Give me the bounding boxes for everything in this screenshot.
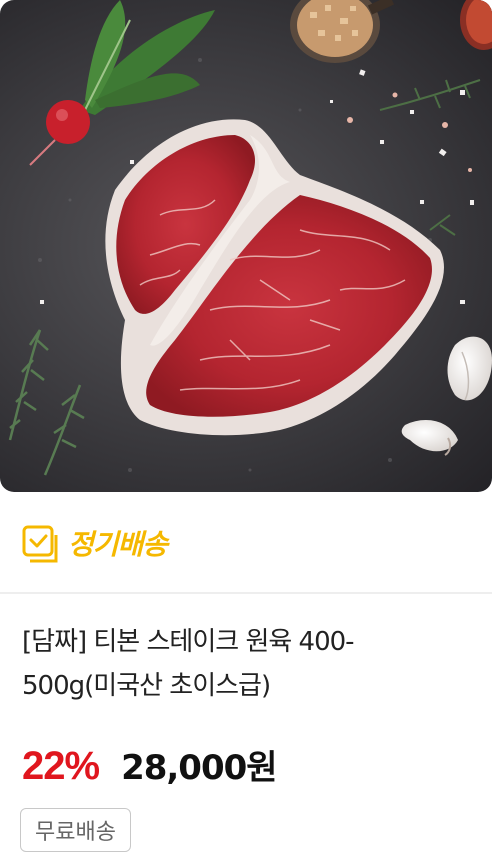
t-bone-steak-photo [8,0,492,476]
subscription-label: 정기배송 [68,528,168,561]
price-row: 22% 28,000원 [22,740,278,790]
sale-price: 28,000원 [121,748,277,788]
discount-rate: 22% [22,744,100,788]
subscription-badge: 정기배송 [22,520,168,566]
product-title[interactable]: [담짜] 티본 스테이크 원육 400-500g(미국산 초이스급) [22,620,482,708]
product-card[interactable]: 정기배송 [담짜] 티본 스테이크 원육 400-500g(미국산 초이스급) … [0,0,492,862]
product-image[interactable] [0,0,492,492]
calendar-check-icon [22,525,58,563]
free-shipping-badge: 무료배송 [20,808,131,852]
divider [0,592,492,594]
